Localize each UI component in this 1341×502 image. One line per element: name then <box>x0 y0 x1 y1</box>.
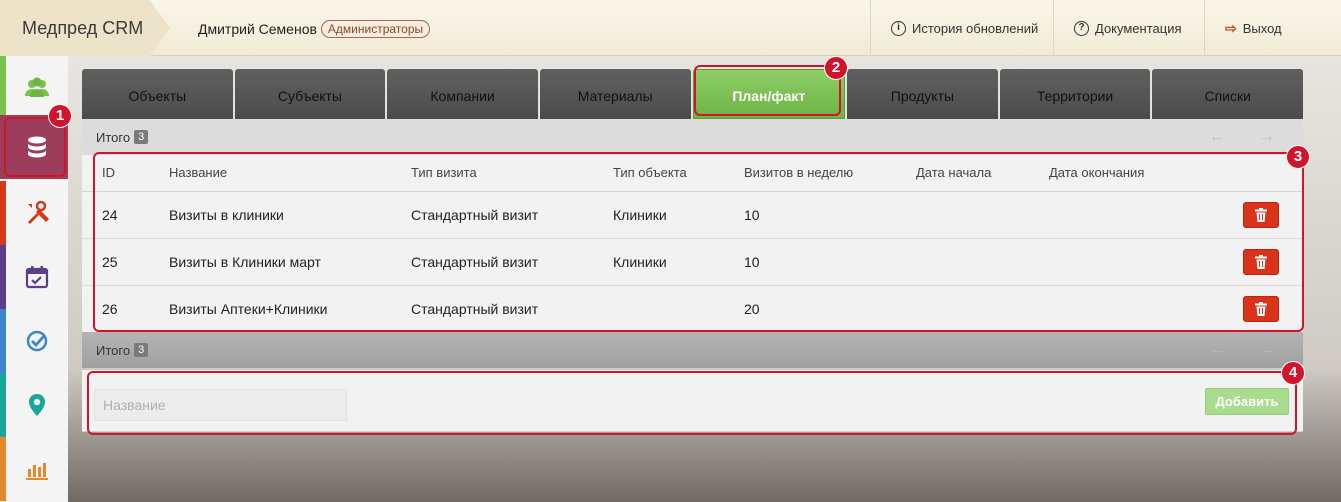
info-icon: i <box>891 20 906 36</box>
tab-objects[interactable]: Объекты <box>82 69 233 119</box>
user-name: Дмитрий Семенов <box>198 21 317 37</box>
top-bar: Медпред CRM Дмитрий Семенов Администрато… <box>0 0 1341 56</box>
next-page-icon[interactable]: → <box>1259 341 1275 359</box>
history-link[interactable]: i История обновлений <box>870 0 1058 56</box>
annotation-badge-1: 1 <box>48 104 72 128</box>
annotation-badge-4: 4 <box>1281 361 1305 385</box>
tools-icon <box>28 200 49 224</box>
totals-bar-bottom: Итого 3 ← → <box>82 332 1303 368</box>
annotation-badge-2: 2 <box>824 56 848 80</box>
totals-label: Итого <box>96 129 131 145</box>
totals-count: 3 <box>134 343 149 357</box>
prev-page-icon[interactable]: ← <box>1209 128 1225 146</box>
checkmark-circle-icon <box>26 330 48 352</box>
bar-chart-icon <box>26 463 48 480</box>
role-badge: Администраторы <box>320 20 431 38</box>
logout-link[interactable]: ⇨ Выход <box>1204 0 1302 56</box>
next-page-icon[interactable]: → <box>1259 128 1275 146</box>
users-icon <box>25 77 49 97</box>
tab-products[interactable]: Продукты <box>847 69 998 119</box>
sidebar-item-calendar[interactable] <box>0 245 68 309</box>
tab-bar: Объекты Субъекты Компании Материалы План… <box>82 69 1303 119</box>
user-info: Дмитрий Семенов Администраторы <box>198 20 431 38</box>
totals-bar-top: Итого 3 ← → <box>82 119 1303 155</box>
help-icon: ? <box>1074 20 1089 36</box>
calendar-check-icon <box>25 266 49 289</box>
annotation-box-4 <box>87 371 1297 435</box>
pagination: ← → <box>1209 128 1275 146</box>
tab-materials[interactable]: Материалы <box>539 69 691 119</box>
logout-icon: ⇨ <box>1225 19 1237 36</box>
tab-territories[interactable]: Территории <box>999 69 1151 119</box>
totals-label: Итого <box>96 342 131 358</box>
app-title[interactable]: Медпред CRM <box>0 0 170 56</box>
docs-link[interactable]: ? Документация <box>1053 0 1202 56</box>
annotation-badge-3: 3 <box>1286 145 1310 169</box>
sidebar-item-reports[interactable] <box>0 437 68 501</box>
sidebar-item-tools[interactable] <box>0 181 68 245</box>
tab-companies[interactable]: Компании <box>387 69 538 119</box>
totals-count: 3 <box>134 130 149 144</box>
pagination: ← → <box>1209 341 1275 359</box>
sidebar-item-tasks[interactable] <box>0 309 68 373</box>
map-pin-icon <box>29 394 45 416</box>
tab-lists[interactable]: Списки <box>1152 69 1303 119</box>
tab-subjects[interactable]: Субъекты <box>234 69 386 119</box>
annotation-box-3 <box>93 152 1304 332</box>
annotation-box-2 <box>694 65 841 116</box>
sidebar-item-map[interactable] <box>0 373 68 437</box>
prev-page-icon[interactable]: ← <box>1209 341 1225 359</box>
